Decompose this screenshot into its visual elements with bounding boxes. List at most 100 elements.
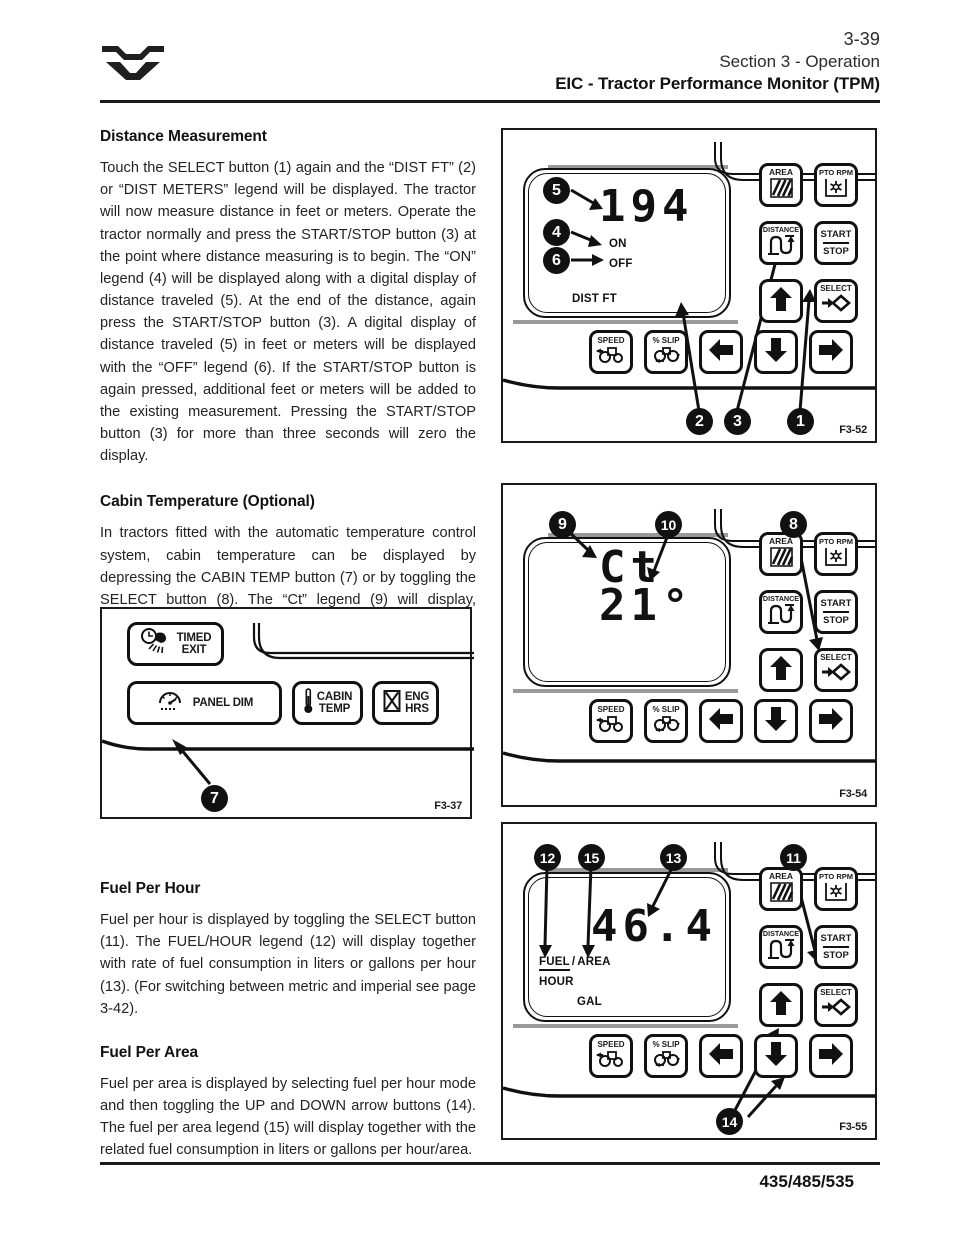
paragraph-distance-measurement: Touch the SELECT button (1) again and th… [100, 160, 476, 465]
button-eng-hrs-label: ENG HRS [404, 690, 430, 715]
hatched-field-icon [768, 547, 795, 571]
callout-6: 6 [543, 247, 570, 274]
button-area-label: AREA [768, 167, 794, 177]
footer-divider [100, 1162, 880, 1165]
button-down-54[interactable] [754, 699, 798, 743]
callout-14: 14 [716, 1108, 743, 1135]
button-select-label-55: SELECT [820, 988, 852, 997]
start-stop-icon: START STOP [821, 598, 852, 626]
button-panel-dim[interactable]: PANEL DIM [127, 681, 282, 725]
button-distance-55[interactable]: DISTANCE [759, 925, 803, 969]
button-area-label-55: AREA [768, 871, 794, 881]
button-stop-label-55: STOP [823, 950, 849, 961]
button-speed[interactable]: SPEED [589, 330, 633, 374]
select-diamond-icon [821, 998, 851, 1021]
button-distance[interactable]: DISTANCE [759, 221, 803, 265]
arrow-up-icon [769, 285, 793, 318]
button-select-54[interactable]: SELECT [814, 648, 858, 692]
button-up-54[interactable] [759, 648, 803, 692]
paragraph-fuel-per-area: Fuel per area is displayed by selecting … [100, 1075, 476, 1159]
button-select[interactable]: SELECT [814, 279, 858, 323]
page-header: 3-39 Section 3 - Operation EIC - Tractor… [100, 28, 880, 96]
callout-15: 15 [578, 844, 605, 871]
digital-distance-value: 194 [599, 181, 694, 232]
button-left-54[interactable] [699, 699, 743, 743]
tractor-speed-icon [596, 347, 626, 367]
button-start-stop[interactable]: START STOP [814, 221, 858, 265]
button-left[interactable] [699, 330, 743, 374]
tractor-slip-icon [651, 716, 681, 736]
distance-path-icon [767, 235, 795, 260]
button-stop-label: STOP [823, 246, 849, 257]
page-title: EIC - Tractor Performance Monitor (TPM) [555, 73, 880, 93]
button-start-label-54: START [820, 598, 852, 609]
button-distance-54[interactable]: DISTANCE [759, 590, 803, 634]
callout-10: 10 [655, 511, 682, 538]
button-down[interactable] [754, 330, 798, 374]
button-area[interactable]: AREA [759, 163, 803, 207]
button-pto-rpm[interactable]: PTO RPM [814, 163, 858, 207]
bezel-highlight-bottom-54 [513, 689, 738, 693]
button-up-55[interactable] [759, 983, 803, 1027]
button-cabin-temp[interactable]: CABIN TEMP [292, 681, 363, 725]
callout-7: 7 [201, 785, 228, 812]
button-cabin-temp-label: CABIN TEMP [316, 690, 353, 715]
button-start-stop-54[interactable]: START STOP [814, 590, 858, 634]
distance-path-icon [767, 604, 795, 629]
pto-star-icon [823, 547, 849, 571]
button-slip-label-55: % SLIP [652, 1040, 680, 1049]
valtra-chevron-logo [100, 40, 166, 80]
legend-slash: / [571, 956, 576, 968]
arrow-right-icon [817, 338, 845, 367]
figure-f3-37: TIMED EXIT PANEL DIM CABIN TEMP ENG HRS … [100, 607, 474, 819]
unit-legend: GAL [577, 996, 602, 1008]
button-timed-exit[interactable]: TIMED EXIT [127, 622, 224, 666]
arrow-down-icon [764, 705, 788, 738]
button-pto-rpm-54[interactable]: PTO RPM [814, 532, 858, 576]
figure-f3-54: Ct 21° AREA PTO RPM DISTANCE START STOP … [501, 483, 877, 807]
button-speed-55[interactable]: SPEED [589, 1034, 633, 1078]
fuel-area-legend-group: FUEL / AREA [539, 956, 611, 971]
figure-f3-55: 46.4 FUEL / AREA HOUR GAL AREA PTO RPM D… [501, 822, 877, 1140]
button-panel-dim-label: PANEL DIM [192, 696, 254, 709]
button-slip-54[interactable]: % SLIP [644, 699, 688, 743]
button-speed-54[interactable]: SPEED [589, 699, 633, 743]
button-start-stop-55[interactable]: START STOP [814, 925, 858, 969]
page-number: 3-39 [843, 29, 880, 49]
button-distance-label: DISTANCE [762, 225, 800, 234]
button-left-55[interactable] [699, 1034, 743, 1078]
section-label: Section 3 - Operation [719, 52, 880, 72]
button-area-55[interactable]: AREA [759, 867, 803, 911]
figure-code-f3-55: F3-55 [839, 1121, 867, 1133]
pto-star-icon [823, 882, 849, 906]
figure-code-f3-52: F3-52 [839, 424, 867, 436]
arrow-right-icon [817, 1042, 845, 1071]
button-slip[interactable]: % SLIP [644, 330, 688, 374]
button-pto-rpm-55[interactable]: PTO RPM [814, 867, 858, 911]
button-slip-label: % SLIP [652, 336, 680, 345]
arrow-up-icon [769, 654, 793, 687]
arrow-down-icon [764, 336, 788, 369]
button-stop-label-54: STOP [823, 615, 849, 626]
button-slip-55[interactable]: % SLIP [644, 1034, 688, 1078]
callout-12: 12 [534, 844, 561, 871]
button-right-55[interactable] [809, 1034, 853, 1078]
figure-f3-52: 194 ON OFF DIST FT AREA PTO RPM DISTANCE… [501, 128, 877, 443]
button-pto-rpm-label-55: PTO RPM [818, 871, 854, 881]
callout-2: 2 [686, 408, 713, 435]
select-diamond-icon [821, 663, 851, 686]
button-distance-label-54: DISTANCE [762, 594, 800, 603]
button-start-label: START [820, 229, 852, 240]
button-eng-hrs[interactable]: ENG HRS [372, 681, 439, 725]
button-right-54[interactable] [809, 699, 853, 743]
button-up[interactable] [759, 279, 803, 323]
button-area-54[interactable]: AREA [759, 532, 803, 576]
arrow-down-icon [764, 1040, 788, 1073]
button-select-55[interactable]: SELECT [814, 983, 858, 1027]
hourglass-icon [382, 689, 402, 718]
button-down-55[interactable] [754, 1034, 798, 1078]
arrow-left-icon [707, 707, 735, 736]
paragraph-fuel-per-hour: Fuel per hour is displayed by toggling t… [100, 912, 476, 1017]
button-right[interactable] [809, 330, 853, 374]
figure-code-f3-54: F3-54 [839, 788, 867, 800]
